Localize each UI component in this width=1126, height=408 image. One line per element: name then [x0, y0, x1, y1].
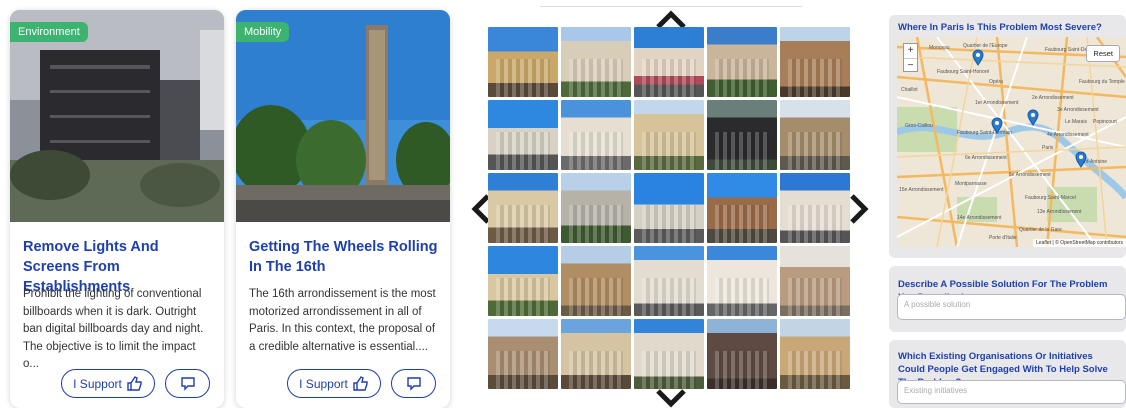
grid-image[interactable]	[707, 246, 777, 316]
zoom-out-button[interactable]: −	[904, 59, 917, 73]
map-label: Montparnasse	[955, 181, 987, 187]
initiatives-input[interactable]: Existing initiatives	[897, 380, 1126, 404]
divider	[540, 6, 802, 7]
stage: Environment Remove Lights And Screens Fr…	[0, 0, 1126, 408]
map-marker-icon[interactable]	[1075, 151, 1087, 168]
grid-image[interactable]	[488, 319, 558, 389]
grid-image[interactable]	[561, 100, 631, 170]
grid-image[interactable]	[488, 100, 558, 170]
map-label: Popincourt	[1093, 119, 1117, 125]
grid-image[interactable]	[488, 173, 558, 243]
map-label: 14e Arrondissement	[957, 215, 1002, 221]
grid-image[interactable]	[561, 319, 631, 389]
map-label: Le Marais	[1065, 119, 1087, 125]
thumbs-up-icon	[353, 376, 368, 391]
grid-image[interactable]	[780, 246, 850, 316]
proposal-description: Prohibit the lighting of conventional bi…	[23, 288, 204, 370]
proposal-title[interactable]: Getting The Wheels Rolling In The 16th	[249, 237, 441, 277]
grid-image[interactable]	[780, 100, 850, 170]
grid-image[interactable]	[634, 100, 704, 170]
grid-image[interactable]	[780, 27, 850, 97]
proposal-card-environment[interactable]: Environment Remove Lights And Screens Fr…	[10, 10, 224, 408]
grid-image[interactable]	[561, 173, 631, 243]
map-label: 1er Arrondissement	[975, 100, 1019, 106]
support-button[interactable]: I Support	[287, 369, 381, 398]
map-question: Where In Paris Is This Problem Most Seve…	[898, 22, 1102, 33]
map-zoom-control: + −	[903, 43, 918, 72]
grid-image[interactable]	[707, 319, 777, 389]
map-label: Faubourg Saint-Marcel	[1025, 195, 1076, 201]
map-label: Gros-Caillou	[905, 123, 933, 129]
proposal-card-mobility[interactable]: Mobility Getting The Wheels Rolling In T…	[236, 10, 450, 408]
paris-map[interactable]: Monceau Quartier de l'Europe Faubourg Sa…	[897, 37, 1126, 247]
map-label: 15e Arrondissement	[899, 187, 944, 193]
grid-image[interactable]	[634, 246, 704, 316]
grid-image[interactable]	[561, 246, 631, 316]
grid-image[interactable]	[561, 27, 631, 97]
chevron-right-icon[interactable]	[848, 193, 870, 225]
map-label: 5e Arrondissement	[1009, 172, 1051, 178]
grid-image[interactable]	[488, 246, 558, 316]
category-tag: Mobility	[236, 22, 290, 42]
map-marker-icon[interactable]	[972, 49, 984, 66]
map-attribution: Leaflet | © OpenStreetMap contributors	[1033, 239, 1126, 247]
comment-button[interactable]	[391, 369, 436, 398]
map-label: Quartier de l'Europe	[963, 43, 1008, 49]
grid-image[interactable]	[780, 173, 850, 243]
map-reset-button[interactable]: Reset	[1086, 45, 1120, 62]
map-label: 2e Arrondissement	[1032, 95, 1074, 101]
map-label: Porte d'Italie	[989, 235, 1017, 241]
map-label: 13e Arrondissement	[1037, 209, 1082, 215]
map-tiles	[897, 37, 1126, 247]
grid-image[interactable]	[634, 319, 704, 389]
thumbs-up-icon	[127, 376, 142, 391]
map-label: Chaillot	[901, 87, 918, 93]
generated-image-grid	[488, 27, 850, 389]
support-label: I Support	[299, 376, 348, 391]
map-label: Faubourg Saint-Germain	[957, 130, 1013, 136]
map-label: Quartier de la Gare	[1019, 227, 1062, 233]
map-label: Paris	[1042, 145, 1054, 151]
chevron-down-icon[interactable]	[655, 388, 687, 408]
zoom-in-button[interactable]: +	[904, 44, 917, 59]
map-label: 6e Arrondissement	[965, 155, 1007, 161]
grid-image[interactable]	[707, 100, 777, 170]
initiatives-section: Which Existing Organisations Or Initiati…	[889, 340, 1126, 408]
comment-button[interactable]	[165, 369, 210, 398]
grid-image[interactable]	[634, 27, 704, 97]
map-label: Opéra	[989, 79, 1003, 85]
comment-icon	[180, 377, 195, 391]
support-label: I Support	[73, 376, 122, 391]
grid-image[interactable]	[634, 173, 704, 243]
solution-section: Describe A Possible Solution For The Pro…	[889, 266, 1126, 332]
map-label: Monceau	[929, 45, 950, 51]
support-button[interactable]: I Support	[61, 369, 155, 398]
map-label: Faubourg du Temple	[1079, 79, 1125, 85]
solution-input[interactable]: A possible solution	[897, 294, 1126, 320]
category-tag: Environment	[10, 22, 88, 42]
grid-image[interactable]	[488, 27, 558, 97]
comment-icon	[406, 377, 421, 391]
grid-image[interactable]	[707, 173, 777, 243]
map-marker-icon[interactable]	[991, 117, 1003, 134]
map-label: 4e Arrondissement	[1047, 132, 1089, 138]
map-label: Faubourg Saint-Honoré	[937, 69, 990, 75]
map-marker-icon[interactable]	[1027, 109, 1039, 126]
map-label: 3e Arrondissement	[1057, 107, 1099, 113]
grid-image[interactable]	[780, 319, 850, 389]
grid-image[interactable]	[707, 27, 777, 97]
proposal-description: The 16th arrondissement is the most moto…	[249, 288, 436, 353]
